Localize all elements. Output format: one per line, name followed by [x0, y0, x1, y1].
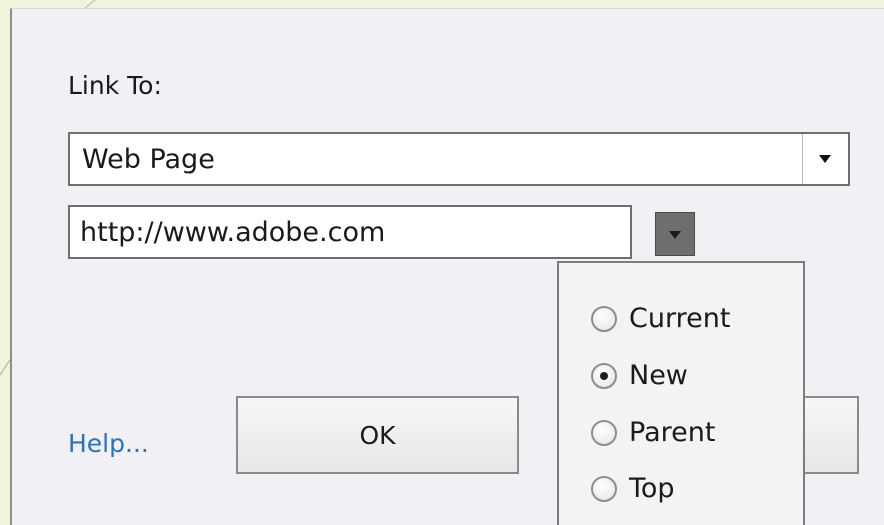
target-option-parent[interactable]: Parent: [591, 413, 715, 453]
link-target-dropdown-button[interactable]: [655, 212, 695, 256]
link-type-selected-value: Web Page: [82, 144, 215, 175]
target-option-current[interactable]: Current: [591, 299, 730, 339]
radio-icon[interactable]: [591, 306, 617, 332]
url-input[interactable]: [68, 205, 632, 259]
help-link[interactable]: Help...: [68, 429, 149, 459]
link-type-dropdown-arrow[interactable]: [802, 134, 848, 184]
target-option-top[interactable]: Top: [591, 469, 675, 509]
radio-icon[interactable]: [591, 363, 617, 389]
target-option-label: Top: [629, 473, 675, 504]
target-option-label: Current: [629, 303, 731, 334]
link-type-dropdown[interactable]: Web Page: [68, 132, 850, 186]
target-option-label: New: [629, 360, 688, 391]
ok-button[interactable]: OK: [236, 396, 519, 474]
target-option-new[interactable]: New: [591, 356, 688, 396]
radio-icon[interactable]: [591, 420, 617, 446]
link-target-menu: Current New Parent Top: [557, 261, 805, 525]
target-option-label: Parent: [629, 417, 716, 448]
link-to-label: Link To:: [68, 71, 162, 100]
radio-icon[interactable]: [591, 476, 617, 502]
link-dialog: Link To: Web Page Help... OK Current New…: [10, 8, 884, 525]
chevron-down-icon: [819, 155, 831, 163]
chevron-down-icon: [669, 231, 681, 239]
